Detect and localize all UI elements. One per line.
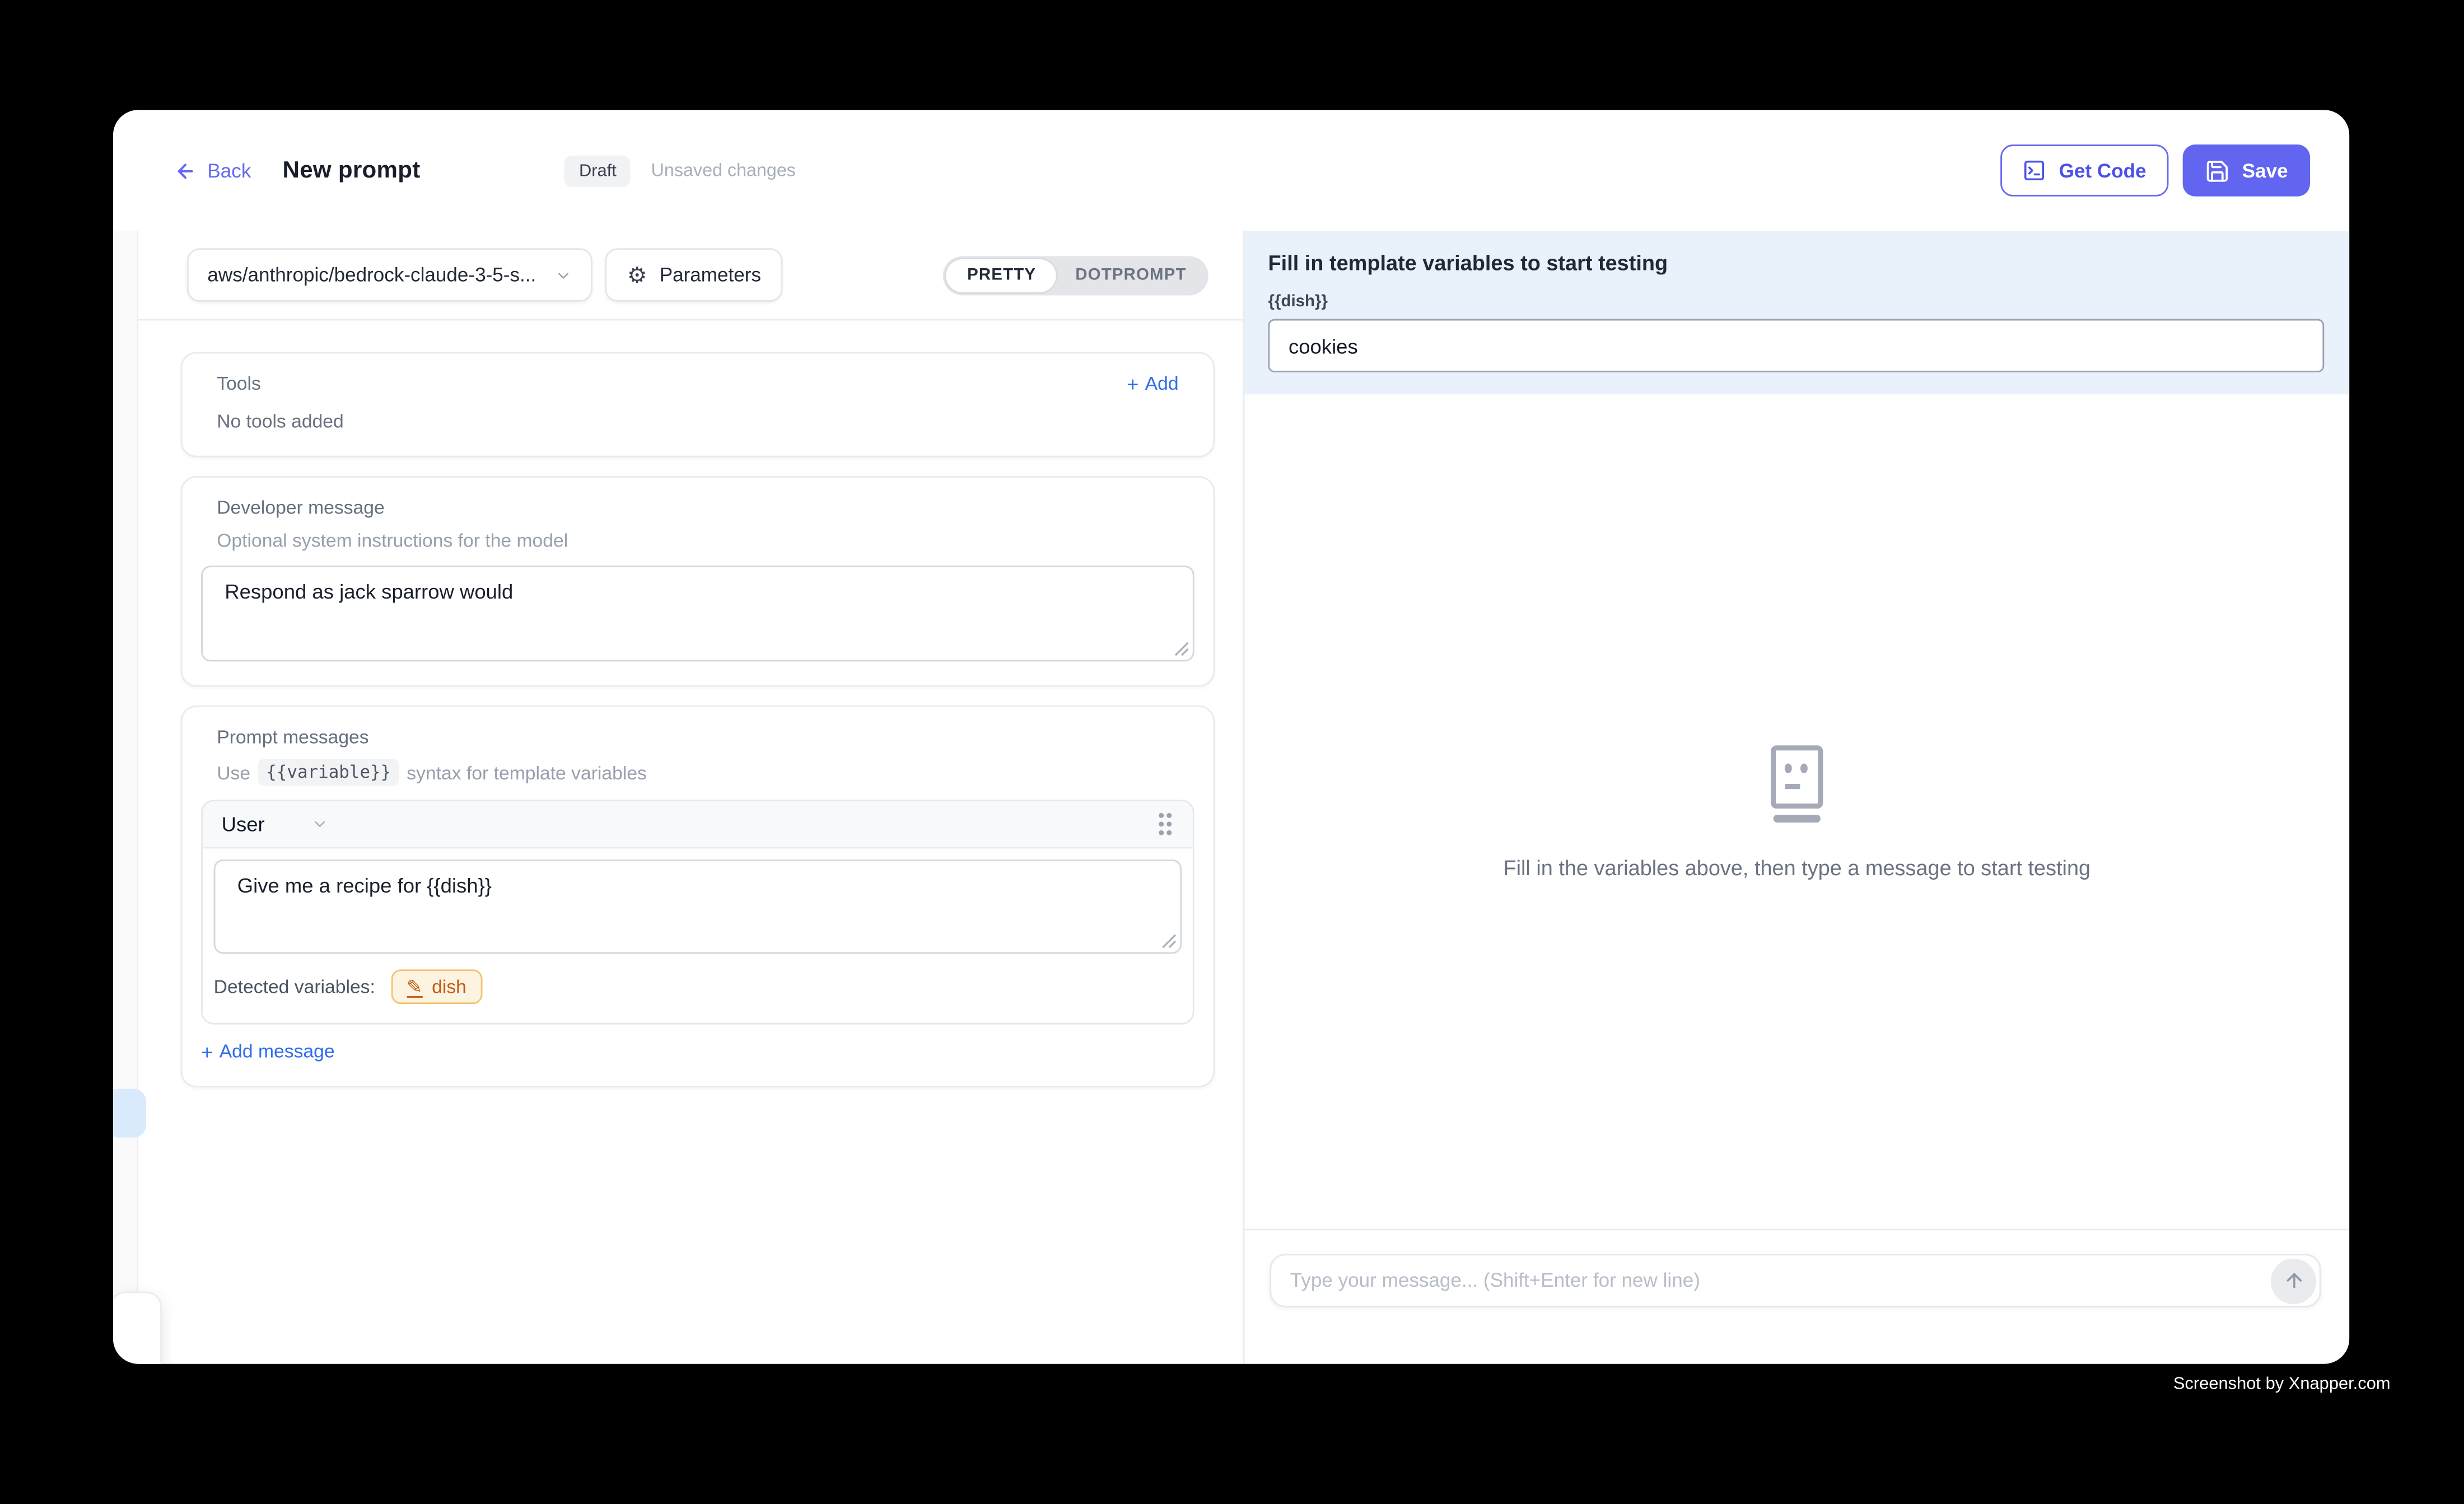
prompt-messages-label: Prompt messages — [217, 726, 1178, 748]
message-body: Give me a recipe for {{dish}} — [203, 848, 1193, 954]
plus-icon: + — [201, 1041, 213, 1061]
drag-handle-icon[interactable] — [1156, 811, 1174, 838]
send-button[interactable] — [2271, 1258, 2316, 1303]
save-icon — [2204, 158, 2229, 183]
detected-variables-label: Detected variables: — [214, 976, 375, 998]
toggle-dotprompt[interactable]: DOTPROMPT — [1057, 259, 1206, 292]
plus-icon: + — [1127, 373, 1138, 393]
prompt-editor-panel: aws/anthropic/bedrock-claude-3-5-s... ⚙︎… — [138, 231, 1245, 1363]
variable-name-label: {{dish}} — [1268, 292, 2325, 311]
hint-prefix: Use — [217, 762, 250, 783]
message-header: User — [203, 801, 1193, 848]
view-mode-toggle: PRETTY DOTPROMPT — [944, 255, 1208, 295]
variable-badge-dish[interactable]: ✎ dish — [391, 969, 482, 1004]
resize-grip-icon[interactable] — [1174, 641, 1189, 657]
page-title: New prompt — [283, 157, 421, 184]
variable-value-input[interactable] — [1268, 319, 2325, 372]
gear-icon: ⚙︎ — [627, 264, 647, 286]
back-label: Back — [207, 160, 251, 181]
add-message-button[interactable]: + Add message — [201, 1040, 1194, 1062]
test-panel: Fill in template variables to start test… — [1244, 231, 2349, 1363]
hint-suffix: syntax for template variables — [407, 762, 647, 783]
editor-toolbar: aws/anthropic/bedrock-claude-3-5-s... ⚙︎… — [138, 231, 1243, 320]
variable-syntax-chip: {{variable}} — [258, 759, 399, 786]
bot-face-icon — [1765, 744, 1829, 824]
collapsed-sidebar — [113, 231, 138, 1363]
pencil-icon: ✎ — [407, 977, 422, 997]
template-variables-section: Fill in template variables to start test… — [1244, 231, 2349, 394]
header-actions: Get Code Save — [2001, 144, 2310, 197]
model-selector-value: aws/anthropic/bedrock-claude-3-5-s... — [207, 264, 536, 286]
resize-grip-icon[interactable] — [1161, 933, 1177, 949]
tools-card: Tools + Add No tools added — [181, 352, 1215, 457]
developer-message-subtitle: Optional system instructions for the mod… — [217, 530, 1178, 552]
get-code-button[interactable]: Get Code — [2001, 144, 2168, 197]
header: Back New prompt Draft Unsaved changes Ge… — [113, 110, 2349, 231]
developer-message-card: Developer message Optional system instru… — [181, 476, 1215, 686]
editor-content: Tools + Add No tools added — [138, 320, 1243, 1363]
window-body: aws/anthropic/bedrock-claude-3-5-s... ⚙︎… — [113, 231, 2349, 1363]
app-window: Back New prompt Draft Unsaved changes Ge… — [113, 110, 2349, 1363]
parameters-button[interactable]: ⚙︎ Parameters — [605, 248, 783, 301]
add-tool-button[interactable]: + Add — [1127, 372, 1178, 394]
save-button[interactable]: Save — [2182, 144, 2310, 197]
role-value: User — [222, 812, 265, 836]
add-message-label: Add message — [220, 1040, 335, 1062]
message-textarea[interactable]: Give me a recipe for {{dish}} — [214, 860, 1182, 954]
variable-badge-label: dish — [432, 976, 466, 998]
back-button[interactable]: Back — [174, 160, 251, 181]
save-label: Save — [2242, 160, 2288, 181]
prompt-messages-hint: Use {{variable}} syntax for template var… — [217, 759, 1178, 786]
unsaved-changes-text: Unsaved changes — [651, 161, 796, 180]
add-tool-label: Add — [1145, 372, 1179, 394]
chevron-down-icon — [312, 815, 329, 833]
prompt-messages-card: Prompt messages Use {{variable}} syntax … — [181, 706, 1215, 1087]
chat-empty-state: Fill in the variables above, then type a… — [1244, 394, 2349, 1229]
detected-variables-row: Detected variables: ✎ dish — [203, 954, 1193, 1022]
watermark-text: Screenshot by Xnapper.com — [2173, 1375, 2391, 1394]
parameters-label: Parameters — [660, 264, 761, 286]
role-selector[interactable]: User — [222, 812, 329, 836]
template-variables-title: Fill in template variables to start test… — [1268, 251, 2325, 275]
toggle-pretty[interactable]: PRETTY — [947, 259, 1057, 292]
stage: Back New prompt Draft Unsaved changes Ge… — [0, 0, 2464, 1503]
model-selector[interactable]: aws/anthropic/bedrock-claude-3-5-s... — [187, 248, 592, 301]
tools-label: Tools — [217, 372, 261, 394]
arrow-left-icon — [174, 160, 196, 181]
developer-message-textarea[interactable]: Respond as jack sparrow would — [201, 566, 1194, 661]
arrow-up-icon — [2283, 1269, 2304, 1291]
sidebar-popup-fragment — [113, 1292, 162, 1364]
developer-message-label: Developer message — [217, 497, 1178, 519]
terminal-icon — [2023, 158, 2046, 182]
chevron-down-icon — [555, 267, 572, 284]
status-badge: Draft — [565, 155, 631, 186]
chat-input-area — [1244, 1229, 2349, 1363]
tools-empty-text: No tools added — [217, 410, 1178, 432]
get-code-label: Get Code — [2059, 160, 2146, 181]
empty-state-text: Fill in the variables above, then type a… — [1503, 856, 2090, 879]
sidebar-highlight-chip[interactable] — [113, 1089, 146, 1138]
chat-message-input[interactable] — [1270, 1254, 2321, 1307]
message-block: User G — [201, 800, 1194, 1024]
